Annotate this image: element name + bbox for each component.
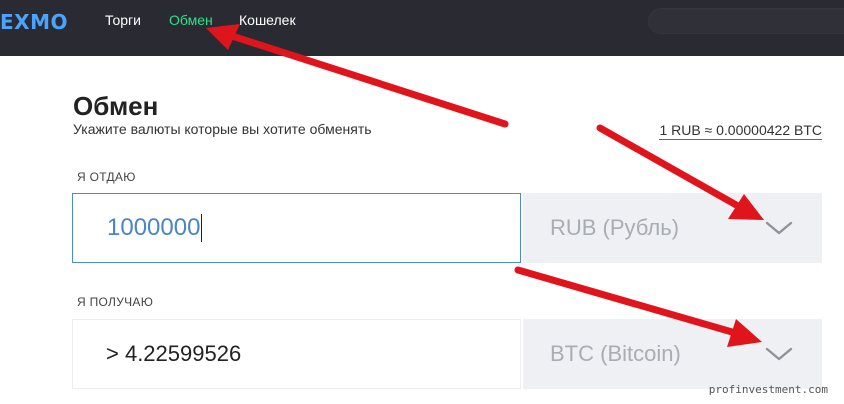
text-cursor — [201, 214, 203, 242]
give-amount-input[interactable]: 1000000 — [72, 193, 521, 263]
get-currency-select[interactable]: BTC (Bitcoin) — [523, 319, 822, 389]
header-search-pill[interactable] — [648, 8, 844, 34]
chevron-down-icon[interactable] — [765, 346, 793, 362]
get-label: Я ПОЛУЧАЮ — [77, 295, 154, 309]
nav-item-wallet[interactable]: Кошелек — [239, 12, 296, 28]
give-label: Я ОТДАЮ — [77, 170, 136, 184]
give-currency-select[interactable]: RUB (Рубль) — [523, 193, 822, 263]
get-amount-output[interactable]: > 4.22599526 — [72, 319, 521, 389]
page-title: Обмен — [73, 91, 159, 121]
get-amount-value: > 4.22599526 — [106, 341, 242, 366]
give-currency-value: RUB (Рубль) — [550, 215, 680, 240]
give-amount-value: 1000000 — [107, 214, 201, 241]
get-currency-value: BTC (Bitcoin) — [550, 341, 681, 366]
chevron-down-icon[interactable] — [765, 220, 793, 236]
nav-item-trading[interactable]: Торги — [105, 12, 141, 28]
top-nav-bar: EXMO Торги Обмен Кошелек — [0, 0, 844, 56]
page-subtitle: Укажите валюты которые вы хотите обменят… — [73, 121, 372, 137]
nav-item-exchange[interactable]: Обмен — [169, 12, 213, 28]
exchange-rate-link[interactable]: 1 RUB ≈ 0.00000422 BTC — [659, 122, 822, 140]
exmo-logo[interactable]: EXMO — [0, 10, 68, 34]
watermark: profinvestment.com — [708, 383, 828, 396]
